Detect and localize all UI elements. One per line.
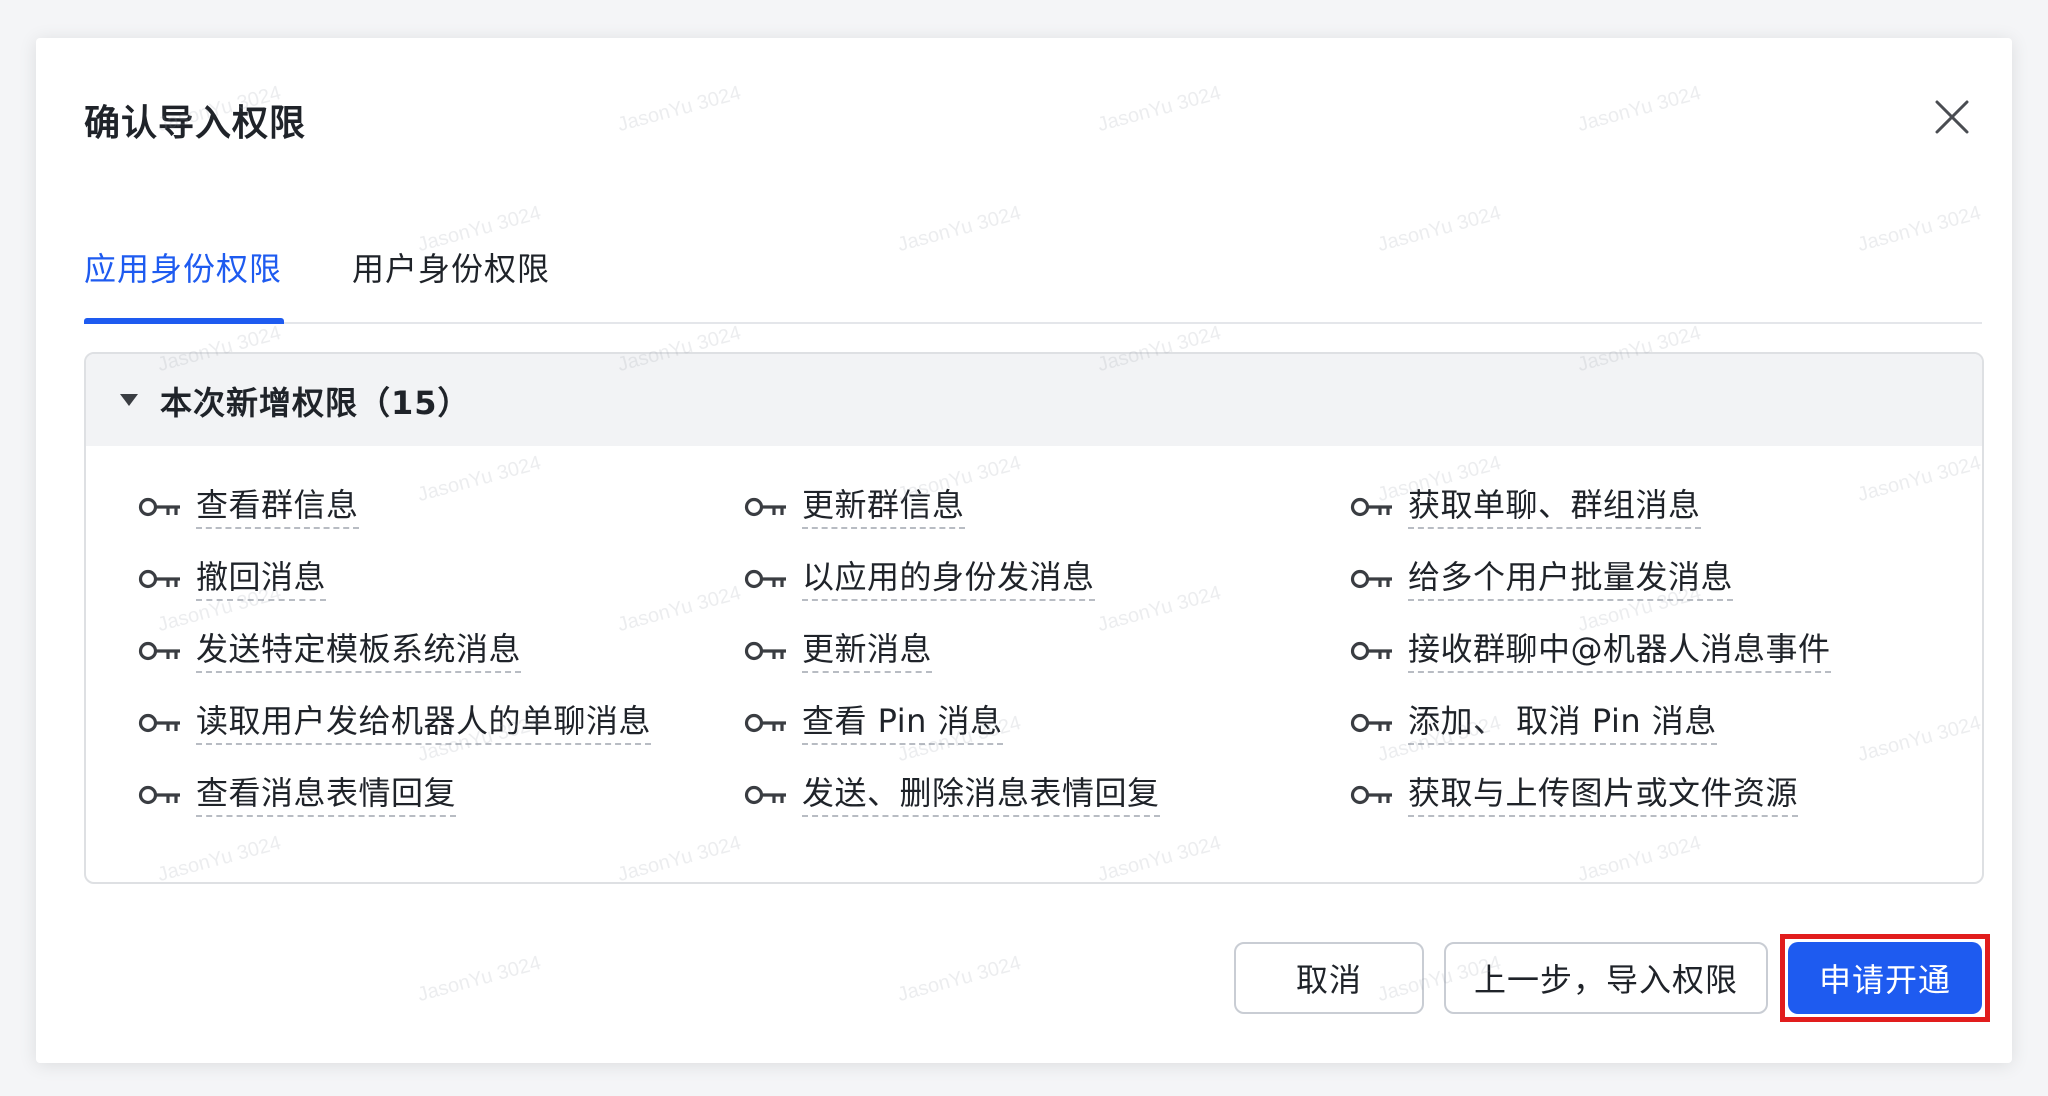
permission-label: 发送、删除消息表情回复 bbox=[802, 773, 1160, 817]
permission-label: 接收群聊中@机器人消息事件 bbox=[1408, 629, 1831, 673]
close-icon bbox=[1935, 100, 1969, 134]
watermark-text: JasonYu 3024 bbox=[1095, 81, 1224, 137]
key-icon bbox=[1350, 492, 1394, 522]
key-icon bbox=[744, 708, 788, 738]
permission-label: 发送特定模板系统消息 bbox=[196, 629, 522, 673]
watermark-text: JasonYu 3024 bbox=[415, 951, 544, 1007]
key-icon bbox=[1350, 636, 1394, 666]
permission-item[interactable]: 查看 Pin 消息 bbox=[744, 698, 1003, 748]
tab-app-identity-permissions[interactable]: 应用身份权限 bbox=[84, 244, 282, 290]
active-tab-indicator bbox=[84, 318, 284, 324]
key-icon bbox=[744, 636, 788, 666]
watermark-text: JasonYu 3024 bbox=[1575, 81, 1704, 137]
permission-label: 以应用的身份发消息 bbox=[802, 557, 1095, 601]
tab-user-identity-permissions[interactable]: 用户身份权限 bbox=[352, 244, 550, 290]
apply-button[interactable]: 申请开通 bbox=[1788, 942, 1982, 1014]
caret-down-icon bbox=[120, 394, 138, 406]
permission-item[interactable]: 查看消息表情回复 bbox=[138, 770, 457, 820]
permission-label: 读取用户发给机器人的单聊消息 bbox=[196, 701, 652, 745]
permission-label: 撤回消息 bbox=[196, 557, 327, 601]
permission-label: 给多个用户批量发消息 bbox=[1408, 557, 1734, 601]
key-icon bbox=[744, 492, 788, 522]
permission-item[interactable]: 读取用户发给机器人的单聊消息 bbox=[138, 698, 652, 748]
confirm-import-permissions-dialog: 确认导入权限 应用身份权限 用户身份权限 本次新增权限（15） 查看群信息 更新… bbox=[36, 38, 2012, 1063]
key-icon bbox=[138, 492, 182, 522]
permission-item[interactable]: 以应用的身份发消息 bbox=[744, 554, 1095, 604]
permission-item[interactable]: 接收群聊中@机器人消息事件 bbox=[1350, 626, 1831, 676]
permission-item[interactable]: 发送特定模板系统消息 bbox=[138, 626, 522, 676]
key-icon bbox=[744, 780, 788, 810]
key-icon bbox=[1350, 780, 1394, 810]
permission-item[interactable]: 查看群信息 bbox=[138, 482, 359, 532]
permission-label: 更新群信息 bbox=[802, 485, 965, 529]
permission-item[interactable]: 撤回消息 bbox=[138, 554, 327, 604]
key-icon bbox=[744, 564, 788, 594]
permission-item[interactable]: 发送、删除消息表情回复 bbox=[744, 770, 1160, 820]
key-icon bbox=[1350, 564, 1394, 594]
permission-item[interactable]: 获取单聊、群组消息 bbox=[1350, 482, 1701, 532]
permission-label: 获取与上传图片或文件资源 bbox=[1408, 773, 1799, 817]
permission-tabs: 应用身份权限 用户身份权限 bbox=[84, 208, 1982, 324]
permission-item[interactable]: 添加、 取消 Pin 消息 bbox=[1350, 698, 1717, 748]
permission-item[interactable]: 获取与上传图片或文件资源 bbox=[1350, 770, 1799, 820]
permission-label: 查看群信息 bbox=[196, 485, 359, 529]
panel-title: 本次新增权限（15） bbox=[160, 384, 471, 422]
key-icon bbox=[138, 564, 182, 594]
watermark-text: JasonYu 3024 bbox=[615, 81, 744, 137]
new-permissions-panel: 本次新增权限（15） 查看群信息 更新群信息 获取单聊、群组消息 撤回消息 以应… bbox=[84, 352, 1984, 884]
dialog-title: 确认导入权限 bbox=[84, 103, 307, 144]
key-icon bbox=[1350, 708, 1394, 738]
panel-header-toggle[interactable]: 本次新增权限（15） bbox=[86, 354, 1982, 446]
key-icon bbox=[138, 780, 182, 810]
cancel-button[interactable]: 取消 bbox=[1234, 942, 1424, 1014]
key-icon bbox=[138, 636, 182, 666]
permission-label: 查看 Pin 消息 bbox=[802, 701, 1003, 745]
permission-item[interactable]: 更新群信息 bbox=[744, 482, 965, 532]
key-icon bbox=[138, 708, 182, 738]
permission-label: 获取单聊、群组消息 bbox=[1408, 485, 1701, 529]
permission-item[interactable]: 更新消息 bbox=[744, 626, 933, 676]
permission-label: 查看消息表情回复 bbox=[196, 773, 457, 817]
permission-label: 添加、 取消 Pin 消息 bbox=[1408, 701, 1717, 745]
permission-item[interactable]: 给多个用户批量发消息 bbox=[1350, 554, 1734, 604]
watermark-text: JasonYu 3024 bbox=[895, 951, 1024, 1007]
permission-label: 更新消息 bbox=[802, 629, 933, 673]
previous-step-button[interactable]: 上一步，导入权限 bbox=[1444, 942, 1768, 1014]
close-button[interactable] bbox=[1929, 94, 1975, 140]
